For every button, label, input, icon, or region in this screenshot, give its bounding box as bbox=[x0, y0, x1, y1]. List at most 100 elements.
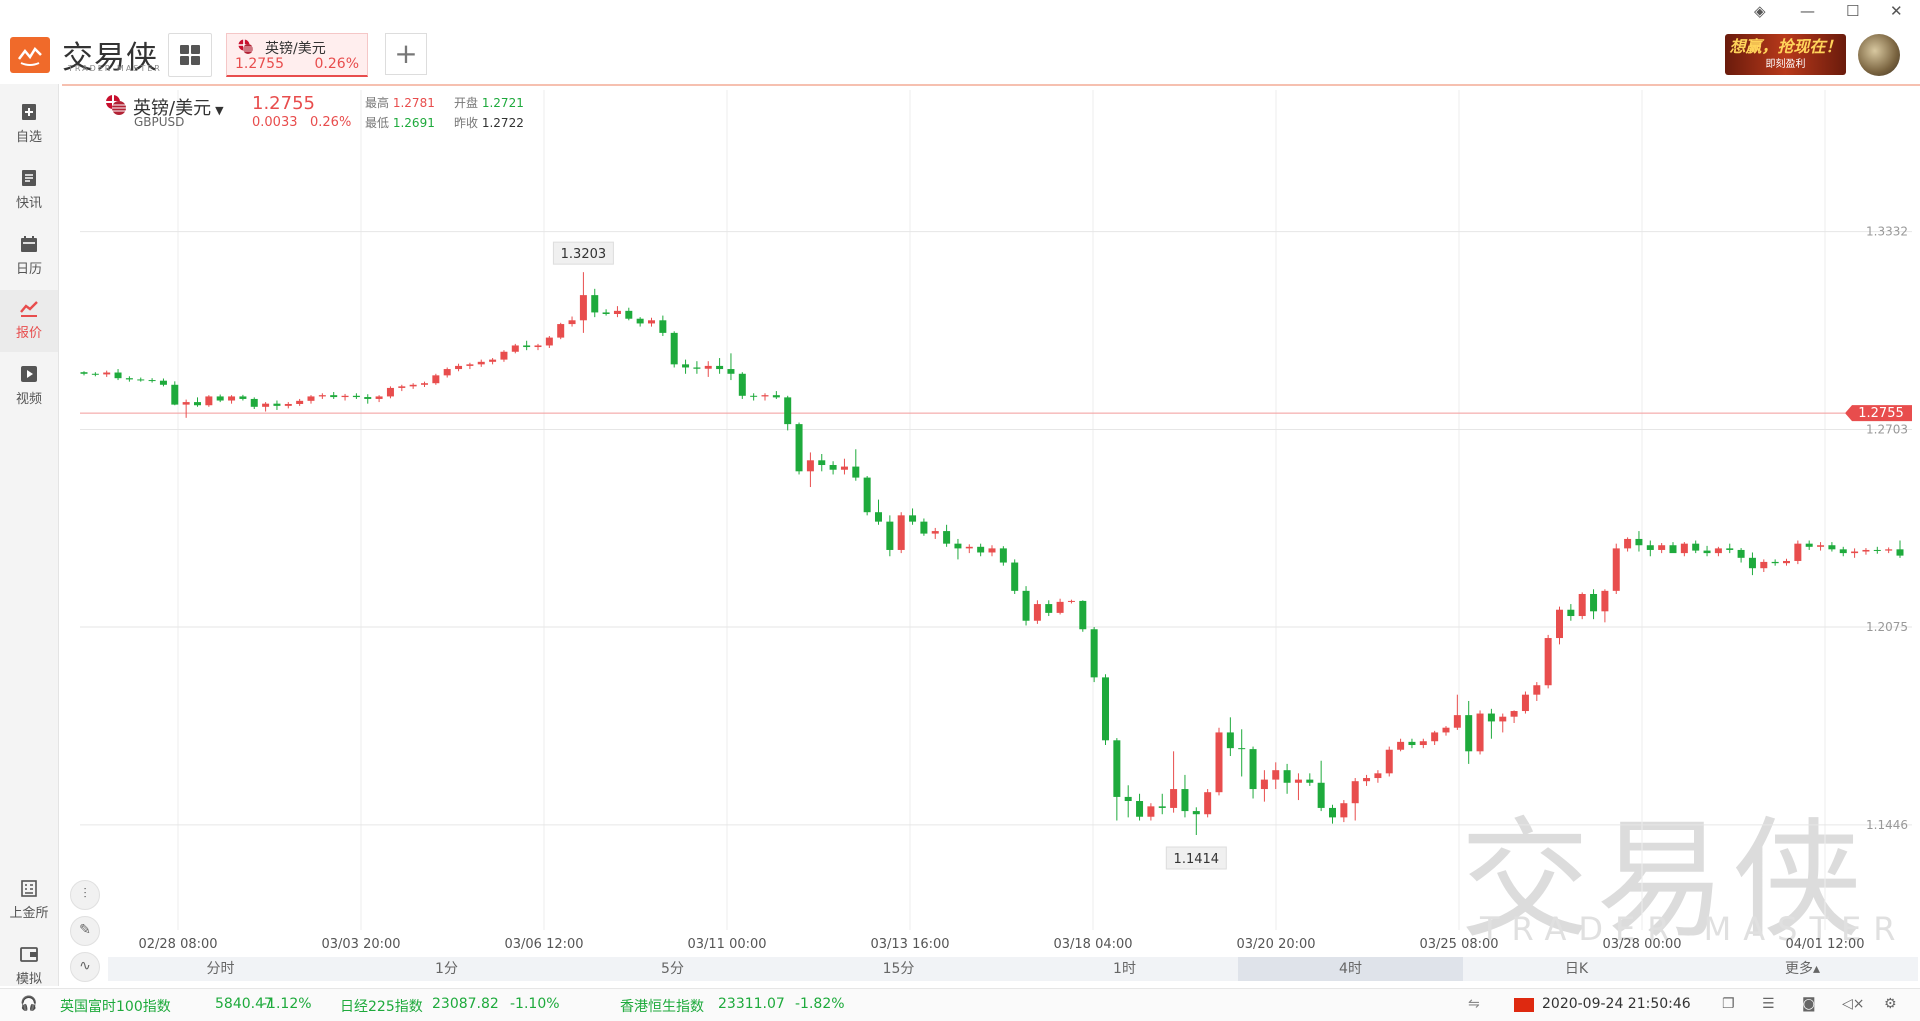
candle-body bbox=[1419, 741, 1427, 746]
candle-body bbox=[1590, 594, 1598, 612]
min-price-label: 1.1414 bbox=[1174, 852, 1220, 867]
ticker-name[interactable]: 英国富时100指数 bbox=[60, 996, 171, 1016]
candle-body bbox=[523, 345, 531, 348]
candle-body bbox=[1658, 545, 1666, 550]
timeframe-more[interactable]: 更多▴ bbox=[1690, 957, 1915, 981]
candle-body bbox=[897, 515, 905, 550]
candle-body bbox=[182, 402, 190, 405]
candle-body bbox=[91, 373, 99, 375]
ticker-pct: -1.82% bbox=[795, 996, 845, 1012]
candle-body bbox=[1851, 551, 1859, 554]
candle-body bbox=[466, 364, 474, 366]
timeframe-bar: 分时 1分 5分 15分 1时 4时 日K 更多▴ bbox=[108, 957, 1918, 981]
candle-body bbox=[988, 548, 996, 553]
candle-body bbox=[1317, 782, 1325, 808]
candle-body bbox=[1329, 807, 1336, 818]
candle-body bbox=[307, 396, 315, 401]
candle-body bbox=[1714, 548, 1722, 554]
clock-datetime: 2020-09-24 21:50:46 bbox=[1542, 996, 1691, 1012]
candle-body bbox=[1385, 749, 1393, 774]
x-tick-label: 03/25 08:00 bbox=[1419, 937, 1498, 952]
candle-body bbox=[239, 396, 247, 399]
connection-icon[interactable]: ⇋ bbox=[1468, 996, 1480, 1012]
candle-body bbox=[137, 379, 145, 381]
candle-body bbox=[806, 460, 814, 472]
candle-body bbox=[1453, 715, 1461, 728]
candle-body bbox=[194, 402, 201, 406]
ticker-name[interactable]: 日经225指数 bbox=[340, 996, 423, 1016]
candle-body bbox=[613, 310, 621, 314]
window-icon[interactable]: ❐ bbox=[1722, 996, 1735, 1012]
candle-body bbox=[716, 365, 724, 370]
candle-body bbox=[1431, 732, 1439, 742]
candlestick-chart[interactable]: 02/28 08:00 03/03 20:00 03/06 12:00 03/11 0… bbox=[0, 0, 1920, 1020]
candle-body bbox=[1703, 550, 1711, 554]
candle-body bbox=[943, 531, 951, 544]
candle-body bbox=[386, 387, 394, 397]
candle-body bbox=[228, 396, 236, 401]
timeframe-1h[interactable]: 1时 bbox=[1012, 957, 1237, 981]
candle-body bbox=[1873, 549, 1881, 551]
timeframe-5m[interactable]: 5分 bbox=[560, 957, 785, 981]
timeframe-daily[interactable]: 日K bbox=[1464, 957, 1689, 981]
candle-body bbox=[1760, 561, 1768, 569]
timeframe-1m[interactable]: 1分 bbox=[334, 957, 559, 981]
timeframe-4h[interactable]: 4时 bbox=[1238, 957, 1463, 981]
candle-body bbox=[1578, 594, 1586, 617]
y-tick-label: 1.3332 bbox=[1866, 225, 1908, 239]
candle-body bbox=[1226, 732, 1234, 749]
candle-body bbox=[1374, 773, 1382, 779]
ticker-pct: -1.12% bbox=[262, 996, 312, 1012]
candle-body bbox=[920, 521, 928, 534]
candle-body bbox=[1771, 561, 1779, 564]
candle-body bbox=[1238, 748, 1246, 750]
candle-body bbox=[1817, 545, 1825, 547]
candle-body bbox=[1805, 543, 1813, 547]
timeframe-15m[interactable]: 15分 bbox=[786, 957, 1011, 981]
indicator-tool-button[interactable]: ⫶ bbox=[70, 880, 100, 910]
settings-icon[interactable]: ⚙ bbox=[1884, 996, 1897, 1012]
candle-body bbox=[409, 384, 417, 387]
candle-body bbox=[1862, 549, 1870, 552]
candle-body bbox=[1408, 741, 1416, 746]
candle-body bbox=[477, 361, 485, 365]
candle-body bbox=[863, 477, 871, 513]
candle-body bbox=[1487, 713, 1495, 722]
candle-body bbox=[1067, 600, 1075, 602]
candle-body bbox=[1839, 549, 1847, 554]
headset-icon[interactable]: 🎧 bbox=[20, 996, 37, 1012]
candle-body bbox=[273, 403, 281, 406]
symbol-code: GBPUSD bbox=[134, 115, 185, 129]
candle-body bbox=[1204, 792, 1212, 815]
trend-tool-button[interactable]: ∿ bbox=[70, 952, 100, 982]
pen-tool-button[interactable]: ✎ bbox=[70, 916, 100, 946]
candle-body bbox=[1056, 601, 1064, 613]
candle-body bbox=[159, 380, 167, 385]
candle-body bbox=[1624, 538, 1632, 549]
mute-icon[interactable]: ◁× bbox=[1842, 996, 1865, 1012]
candle-body bbox=[1669, 545, 1677, 554]
camera-icon[interactable]: ◙ bbox=[1802, 996, 1816, 1012]
ticker-pct: -1.10% bbox=[510, 996, 560, 1012]
symbol-flag-icon bbox=[106, 95, 126, 115]
ticker-name[interactable]: 香港恒生指数 bbox=[620, 996, 704, 1016]
candle-body bbox=[557, 324, 565, 338]
candle-body bbox=[1544, 638, 1552, 686]
candle-body bbox=[1885, 549, 1893, 551]
candle-body bbox=[1828, 545, 1836, 550]
candle-body bbox=[80, 372, 88, 374]
candle-body bbox=[1363, 778, 1371, 782]
timeframe-tick[interactable]: 分时 bbox=[108, 957, 333, 981]
candle-body bbox=[750, 395, 758, 397]
candle-body bbox=[648, 320, 655, 324]
candle-body bbox=[398, 386, 406, 388]
candle-body bbox=[1045, 604, 1053, 613]
list-icon[interactable]: ☰ bbox=[1762, 996, 1775, 1012]
candle-body bbox=[1079, 600, 1087, 630]
candle-body bbox=[875, 512, 882, 522]
candle-body bbox=[1737, 549, 1745, 558]
ticker-value: 23311.07 bbox=[718, 996, 785, 1012]
candle-body bbox=[1113, 740, 1121, 797]
china-flag-icon bbox=[1514, 998, 1534, 1012]
candle-body bbox=[840, 466, 848, 470]
